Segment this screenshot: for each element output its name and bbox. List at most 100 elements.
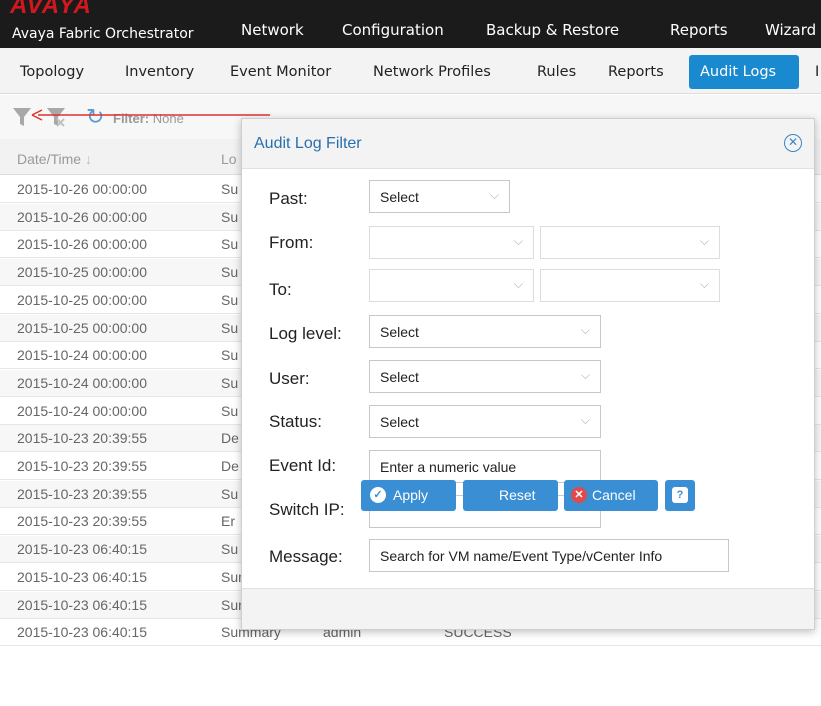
table-cell: 2015-10-26 00:00:00 — [17, 208, 147, 225]
check-icon: ✓ — [370, 487, 386, 503]
tab-topology[interactable]: Topology — [20, 64, 84, 80]
table-cell: 2015-10-25 00:00:00 — [17, 264, 147, 281]
table-cell: Su — [221, 347, 239, 364]
avaya-logo: AVAYA — [10, 0, 92, 19]
column-datetime[interactable]: Date/Time ↓ — [17, 151, 92, 167]
user-label: User: — [269, 369, 310, 388]
table-cell: 2015-10-23 06:40:15 — [17, 568, 147, 585]
cancel-button-label: Cancel — [592, 487, 636, 503]
table-cell: Su — [221, 208, 239, 225]
message-input[interactable] — [369, 539, 729, 572]
loglevel-select-value: Select — [380, 324, 419, 340]
table-cell: 2015-10-24 00:00:00 — [17, 374, 147, 391]
tab-reports[interactable]: Reports — [608, 64, 664, 80]
column-log-level[interactable]: Lo — [221, 151, 237, 167]
table-cell: 2015-10-24 00:00:00 — [17, 402, 147, 419]
column-datetime-label: Date/Time — [17, 151, 82, 167]
table-cell: 2015-10-23 20:39:55 — [17, 513, 147, 530]
table-cell: Er — [221, 513, 235, 530]
table-cell: 2015-10-24 00:00:00 — [17, 347, 147, 364]
table-cell: Su — [221, 319, 239, 336]
table-cell: Su — [221, 374, 239, 391]
loglevel-label: Log level: — [269, 324, 342, 343]
chevron-down-icon: ⌵ — [580, 413, 590, 427]
to-date-select[interactable]: ⌵ — [369, 269, 534, 302]
nav-reports[interactable]: Reports — [670, 21, 728, 39]
nav-wizard[interactable]: Wizard — [765, 21, 816, 39]
dialog-footer — [242, 588, 814, 629]
table-cell: Su — [221, 402, 239, 419]
app-name: Avaya Fabric Orchestrator — [12, 26, 194, 42]
sub-navigation: Topology Inventory Event Monitor Network… — [0, 48, 821, 94]
table-cell: 2015-10-26 00:00:00 — [17, 236, 147, 253]
nav-network[interactable]: Network — [241, 21, 304, 39]
from-label: From: — [269, 233, 314, 252]
table-cell: 2015-10-23 06:40:15 — [17, 624, 147, 641]
past-select[interactable]: Select ⌵ — [369, 180, 510, 213]
table-cell: Su — [221, 485, 239, 502]
table-cell: Su — [221, 264, 239, 281]
table-cell: 2015-10-25 00:00:00 — [17, 291, 147, 308]
cancel-button[interactable]: ✕ Cancel — [564, 480, 658, 511]
past-select-value: Select — [380, 189, 419, 205]
table-cell: 2015-10-23 06:40:15 — [17, 596, 147, 613]
to-time-select[interactable]: ⌵ — [540, 269, 720, 302]
help-icon: ? — [672, 487, 688, 503]
loglevel-select[interactable]: Select ⌵ — [369, 315, 601, 348]
chevron-down-icon: ⌵ — [580, 323, 590, 337]
table-cell: 2015-10-23 20:39:55 — [17, 430, 147, 447]
table-cell: 2015-10-23 20:39:55 — [17, 485, 147, 502]
apply-button-label: Apply — [393, 487, 429, 503]
table-cell: De — [221, 430, 239, 447]
tab-inventory[interactable]: Inventory — [125, 64, 194, 80]
table-cell: 2015-10-25 00:00:00 — [17, 319, 147, 336]
close-icon[interactable]: ✕ — [784, 134, 802, 152]
apply-button[interactable]: ✓ Apply — [361, 480, 456, 511]
help-button[interactable]: ? — [665, 480, 695, 511]
table-cell: De — [221, 458, 239, 474]
table-cell: Su — [221, 236, 239, 253]
status-label: Status: — [269, 412, 322, 431]
audit-log-filter-dialog: Audit Log Filter ✕ Past: Select ⌵ From: … — [241, 118, 815, 630]
nav-configuration[interactable]: Configuration — [342, 21, 444, 39]
top-header: AVAYA Avaya Fabric Orchestrator Network … — [0, 0, 821, 48]
cancel-icon: ✕ — [571, 487, 587, 503]
chevron-down-icon: ⌵ — [489, 188, 499, 202]
eventid-input[interactable] — [369, 450, 601, 483]
past-label: Past: — [269, 189, 308, 208]
user-select[interactable]: Select ⌵ — [369, 360, 601, 393]
status-select-value: Select — [380, 414, 419, 430]
sort-down-icon: ↓ — [84, 151, 92, 167]
eventid-label: Event Id: — [269, 456, 337, 475]
table-cell: 2015-10-23 20:39:55 — [17, 458, 147, 474]
chevron-down-icon: ⌵ — [580, 368, 590, 382]
annotation-arrow — [31, 109, 270, 121]
dialog-header: Audit Log Filter ✕ — [242, 119, 814, 169]
user-select-value: Select — [380, 369, 419, 385]
table-cell: Su — [221, 291, 239, 308]
tab-rules[interactable]: Rules — [537, 64, 576, 80]
switchip-label: Switch IP: — [269, 500, 345, 519]
status-select[interactable]: Select ⌵ — [369, 405, 601, 438]
dialog-title: Audit Log Filter — [254, 135, 362, 152]
tab-audit-logs-label: Audit Logs — [700, 64, 777, 80]
table-cell: Su — [221, 181, 239, 197]
nav-backup-restore[interactable]: Backup & Restore — [486, 21, 619, 39]
tab-network-profiles[interactable]: Network Profiles — [373, 64, 491, 80]
tab-event-monitor[interactable]: Event Monitor — [230, 64, 331, 80]
tab-audit-logs[interactable]: Audit Logs — [689, 55, 799, 89]
table-cell: 2015-10-26 00:00:00 — [17, 181, 147, 197]
chevron-down-icon: ⌵ — [513, 277, 523, 291]
to-label: To: — [269, 280, 292, 299]
chevron-down-icon: ⌵ — [699, 277, 709, 291]
filter-icon[interactable] — [12, 106, 32, 128]
message-label: Message: — [269, 547, 343, 566]
reset-button[interactable]: Reset — [463, 480, 558, 511]
from-time-select[interactable]: ⌵ — [540, 226, 720, 259]
table-cell: Su — [221, 541, 239, 558]
from-date-select[interactable]: ⌵ — [369, 226, 534, 259]
chevron-down-icon: ⌵ — [699, 234, 709, 248]
reset-button-label: Reset — [499, 487, 536, 503]
table-cell: 2015-10-23 06:40:15 — [17, 541, 147, 558]
tab-overflow[interactable]: I — [815, 64, 819, 80]
